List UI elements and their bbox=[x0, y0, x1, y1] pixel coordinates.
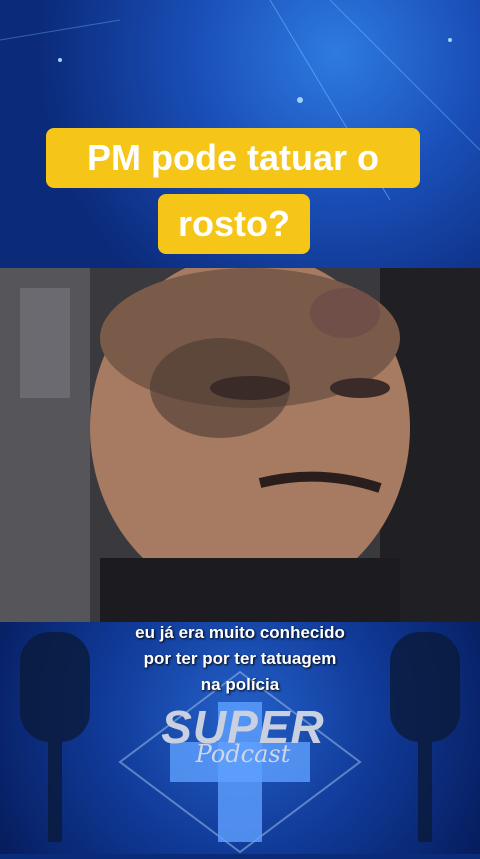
caption-line-3: na polícia bbox=[200, 675, 280, 694]
title-line-1: PM pode tatuar o bbox=[46, 128, 420, 188]
subtitle-caption: eu já era muito conhecido por ter por te… bbox=[0, 620, 480, 698]
super-podcast-logo: SUPER Podcast bbox=[148, 700, 338, 768]
caption-line-1: eu já era muito conhecido bbox=[135, 623, 345, 642]
title-line-2: rosto? bbox=[158, 194, 310, 254]
speaker-video-image bbox=[0, 268, 480, 622]
video-frame[interactable] bbox=[0, 268, 480, 622]
caption-line-2: por ter por ter tatuagem bbox=[143, 649, 337, 668]
